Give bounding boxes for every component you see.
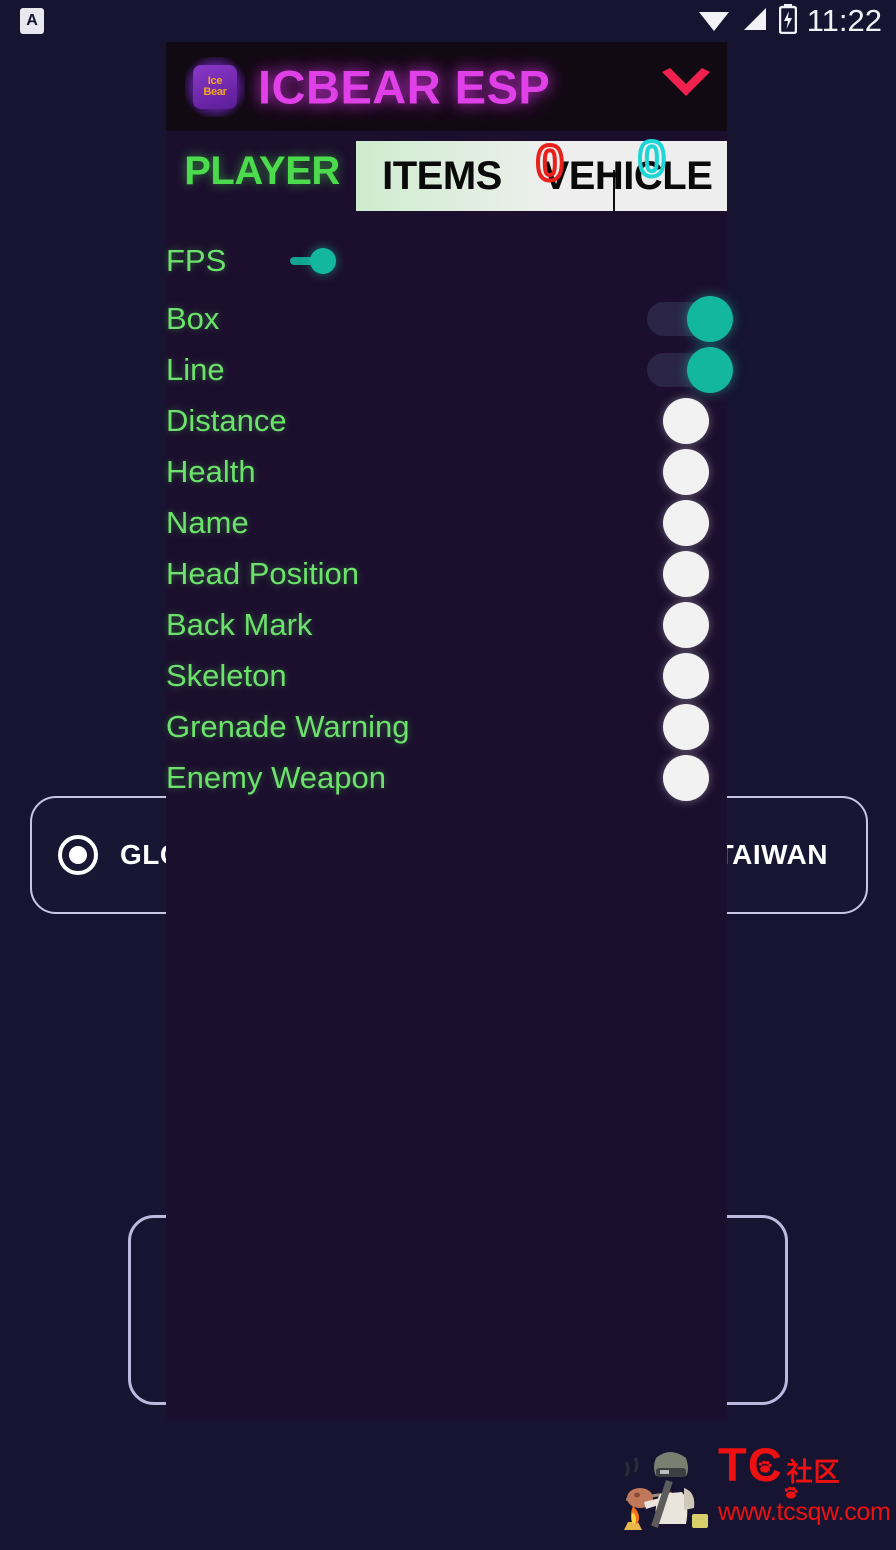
watermark-illustration-icon bbox=[608, 1442, 716, 1542]
radio-selected-icon[interactable] bbox=[58, 835, 98, 875]
status-bar-right: 11:22 bbox=[697, 2, 882, 40]
toggle-knob bbox=[663, 448, 709, 495]
panel-title: ICBEAR ESP bbox=[258, 60, 551, 113]
region-option-taiwan[interactable]: TAIWAN bbox=[717, 798, 828, 912]
region-label-taiwan: TAIWAN bbox=[716, 839, 828, 870]
tab-items[interactable]: ITEMS bbox=[356, 154, 528, 199]
toggle-back-mark[interactable] bbox=[663, 601, 709, 648]
phone-screen: A 11:22 GLOBAL bbox=[0, 0, 896, 1550]
status-bar-clock: 11:22 bbox=[806, 3, 882, 38]
toggle-line[interactable] bbox=[647, 346, 739, 393]
option-label-distance: Distance bbox=[166, 402, 287, 438]
chevron-down-icon[interactable] bbox=[653, 62, 719, 112]
option-row-back-mark[interactable]: Back Mark bbox=[166, 599, 727, 650]
option-label-back-mark: Back Mark bbox=[166, 606, 313, 642]
toggle-knob bbox=[663, 499, 709, 546]
option-row-grenade-warning[interactable]: Grenade Warning bbox=[166, 701, 727, 752]
tab-bar: PLAYER ITEMS VEHICLE bbox=[166, 131, 727, 211]
option-label-skeleton: Skeleton bbox=[166, 657, 287, 693]
option-row-fps[interactable]: FPS bbox=[166, 229, 727, 293]
radio-dot bbox=[69, 846, 87, 864]
option-row-line[interactable]: Line bbox=[166, 344, 733, 395]
app-logo-icon: Ice Bear bbox=[185, 57, 245, 117]
paw-icon bbox=[758, 1460, 772, 1473]
watermark-url: www.tcsqw.com bbox=[718, 1498, 891, 1526]
battery-icon bbox=[778, 3, 797, 39]
cellular-signal-icon bbox=[741, 5, 769, 38]
tab-sheet: ITEMS VEHICLE bbox=[356, 141, 727, 211]
app-badge-icon: A bbox=[20, 8, 44, 34]
status-bar: A 11:22 bbox=[0, 0, 896, 42]
logo-text-line2: Bear bbox=[203, 86, 227, 98]
toggle-head-position[interactable] bbox=[663, 550, 709, 597]
toggle-knob bbox=[663, 754, 709, 801]
toggle-knob bbox=[310, 248, 336, 274]
esp-overlay-panel: Ice Bear ICBEAR ESP PLAYER ITEMS VEHICLE… bbox=[166, 42, 733, 1420]
toggle-skeleton[interactable] bbox=[663, 652, 709, 699]
option-label-head-position: Head Position bbox=[166, 555, 360, 591]
toggle-knob bbox=[663, 652, 709, 699]
option-row-health[interactable]: Health bbox=[166, 446, 727, 497]
toggle-knob bbox=[687, 346, 733, 393]
panel-header: Ice Bear ICBEAR ESP bbox=[166, 42, 727, 131]
tab-vehicle[interactable]: VEHICLE bbox=[528, 154, 727, 199]
wifi-icon bbox=[697, 5, 731, 38]
option-label-enemy-weapon: Enemy Weapon bbox=[166, 759, 386, 795]
toggle-distance[interactable] bbox=[663, 397, 709, 444]
app-logo-inner: Ice Bear bbox=[193, 65, 237, 109]
toggle-fps[interactable] bbox=[290, 248, 336, 274]
option-row-name[interactable]: Name bbox=[166, 497, 727, 548]
option-row-box[interactable]: Box bbox=[166, 293, 733, 344]
watermark-brand-row: TC 社区 bbox=[718, 1440, 886, 1497]
toggle-enemy-weapon[interactable] bbox=[663, 754, 709, 801]
toggle-knob bbox=[687, 295, 733, 342]
option-row-enemy-weapon[interactable]: Enemy Weapon bbox=[166, 752, 727, 803]
toggle-knob bbox=[663, 397, 709, 444]
tab-player[interactable]: PLAYER bbox=[166, 131, 356, 211]
option-label-line: Line bbox=[166, 351, 225, 387]
toggle-box[interactable] bbox=[647, 295, 739, 342]
toggle-name[interactable] bbox=[663, 499, 709, 546]
toggle-knob bbox=[663, 703, 709, 750]
tab-divider bbox=[613, 170, 615, 212]
option-row-skeleton[interactable]: Skeleton bbox=[166, 650, 727, 701]
watermark: TC 社区 www.tcsqw.com bbox=[608, 1438, 891, 1542]
option-row-distance[interactable]: Distance bbox=[166, 395, 727, 446]
esp-option-list: FPS Box Line Distance Health Name Head P… bbox=[166, 211, 733, 803]
option-label-fps: FPS bbox=[166, 243, 227, 278]
watermark-brand: TC bbox=[718, 1438, 783, 1491]
toggle-grenade-warning[interactable] bbox=[663, 703, 709, 750]
toggle-knob bbox=[663, 550, 709, 597]
option-row-head-position[interactable]: Head Position bbox=[166, 548, 727, 599]
paw-icon bbox=[784, 1486, 798, 1499]
option-label-name: Name bbox=[166, 504, 249, 540]
toggle-health[interactable] bbox=[663, 448, 709, 495]
option-label-box: Box bbox=[166, 300, 220, 336]
option-label-health: Health bbox=[166, 453, 256, 489]
watermark-text: TC 社区 www.tcsqw.com bbox=[718, 1440, 891, 1527]
option-label-grenade-warning: Grenade Warning bbox=[166, 708, 410, 744]
toggle-knob bbox=[663, 601, 709, 648]
